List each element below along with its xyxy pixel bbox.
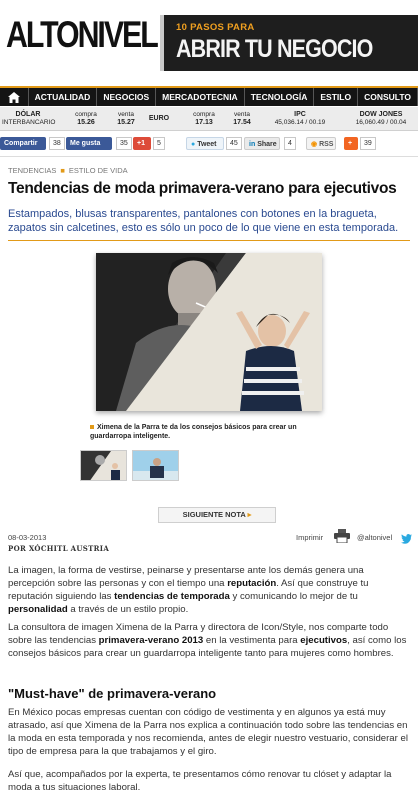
fb-share-button[interactable]: Compartir: [0, 137, 46, 150]
paragraph-4: Así que, acompañados por la experta, te …: [8, 769, 392, 793]
paragraph-2: La consultora de imagen Ximena de la Par…: [8, 621, 408, 660]
ticker-value: 45,036.14 / 00.19: [274, 119, 326, 126]
printer-icon[interactable]: [334, 529, 350, 544]
ticker-label: EURO: [148, 115, 170, 122]
gplus-button[interactable]: +1: [133, 137, 151, 150]
main-nav: ACTUALIDAD NEGOCIOS MERCADOTECNIA TECNOL…: [0, 86, 418, 106]
tweet-label: Tweet: [197, 141, 217, 148]
twitter-handle[interactable]: @altonivel: [357, 533, 392, 542]
ticker-label: compra: [75, 111, 97, 118]
ticker-value: 15.26: [77, 119, 95, 126]
social-bar: Compartir 38 Me gusta 35 +1 5 ● Tweet 45…: [0, 137, 418, 153]
fb-share-count: 38: [49, 137, 65, 150]
divider: [8, 240, 410, 241]
linkedin-share-button[interactable]: in Share: [244, 137, 280, 150]
nav-consultorio[interactable]: CONSULTO: [358, 88, 418, 106]
rss-button[interactable]: ◉ RSS: [306, 137, 336, 150]
fashion-photo: [96, 253, 322, 411]
article-title: Tendencias de moda primavera-verano para…: [8, 180, 397, 197]
ad-headline: ABRIR TU NEGOCIO: [176, 35, 373, 63]
text-run: y comunicando lo mejor de tu: [229, 591, 358, 602]
ticker-value: 17.54: [233, 119, 251, 126]
section-heading: "Must-have" de primavera-verano: [8, 686, 217, 701]
site-logo[interactable]: ALTONIVEL: [6, 14, 159, 56]
ticker-label: IPC: [294, 111, 306, 118]
breadcrumb-estilo-de-vida[interactable]: ESTILO DE VIDA: [69, 166, 128, 175]
ticker-label: compra: [193, 111, 215, 118]
ticker-compra-2: compra 17.13: [188, 111, 220, 127]
thumbnail-2-image: [133, 451, 178, 480]
thumbnail-2[interactable]: [132, 450, 179, 481]
article-author: POR XÓCHITL AUSTRIA: [8, 544, 110, 553]
paragraph-3: En México pocas empresas cuentan con cód…: [8, 707, 408, 757]
linkedin-share-count: 4: [284, 137, 296, 150]
nav-tecnologia[interactable]: TECNOLOGÍA: [245, 88, 315, 106]
thumbnail-1-image: [81, 451, 126, 480]
nav-mercadotecnia[interactable]: MERCADOTECNIA: [156, 88, 245, 106]
text-bold: tendencias de temporada: [114, 591, 230, 602]
ticker-label: DOW JONES: [359, 111, 403, 118]
text-bold: personalidad: [8, 604, 68, 615]
image-caption: Ximena de la Parra te da los consejos bá…: [90, 423, 330, 441]
linkedin-share-label: Share: [257, 141, 277, 148]
thumbnail-strip: [80, 450, 179, 486]
text-bold: ejecutivos: [300, 635, 348, 646]
ad-banner[interactable]: 10 PASOS PARA ABRIR TU NEGOCIO: [160, 15, 418, 71]
breadcrumb-tendencias[interactable]: TENDENCIAS: [8, 166, 56, 175]
ticker-dolar-label: DÓLAR: [15, 111, 41, 118]
hero-image[interactable]: [96, 253, 322, 411]
ticker-value: 16,060.49 / 00.04: [355, 119, 407, 126]
print-link[interactable]: Imprimir: [296, 533, 323, 542]
text-run: a través de un estilo propio.: [67, 604, 189, 615]
text-bold: reputación: [227, 578, 277, 589]
market-ticker: DÓLAR INTERBANCARIO compra 15.26 venta 15.…: [0, 107, 418, 131]
ticker-label: venta: [118, 111, 134, 118]
addthis-count: 39: [360, 137, 376, 150]
fb-like-count: 35: [116, 137, 132, 150]
next-article-button[interactable]: SIGUIENTE NOTA ▸: [158, 507, 276, 523]
ticker-venta-2: venta 17.54: [226, 111, 258, 127]
nav-actualidad[interactable]: ACTUALIDAD: [29, 88, 98, 106]
next-article-label: SIGUIENTE NOTA: [182, 510, 246, 519]
gplus-count: 5: [153, 137, 165, 150]
twitter-icon: ●: [191, 141, 196, 148]
rss-icon: ◉: [311, 141, 318, 148]
caption-marker: [90, 425, 94, 430]
nav-negocios[interactable]: NEGOCIOS: [97, 88, 157, 106]
text-run: en la vestimenta para: [203, 635, 301, 646]
ad-tagline: 10 PASOS PARA: [176, 22, 255, 33]
tweet-button[interactable]: ● Tweet: [186, 137, 224, 150]
ticker-dolar-sub: INTERBANCARIO: [2, 119, 56, 126]
ticker-ipc: IPC 45,036.14 / 00.19: [262, 111, 338, 127]
rss-label: RSS: [319, 141, 334, 148]
ticker-label: venta: [234, 111, 250, 118]
ticker-value: 15.27: [117, 119, 135, 126]
nav-estilo[interactable]: ESTILO: [314, 88, 359, 106]
ticker-euro: EURO: [146, 115, 172, 123]
linkedin-icon: in: [249, 141, 256, 148]
ticker-venta-1: venta 15.27: [110, 111, 142, 127]
divider: [0, 156, 418, 157]
chevron-right-icon: ▸: [247, 510, 252, 519]
ticker-value: 17.13: [195, 119, 213, 126]
ticker-dolar: DÓLAR INTERBANCARIO: [2, 111, 56, 127]
ticker-dow: DOW JONES 16,060.49 / 00.04: [344, 111, 418, 127]
twitter-icon[interactable]: [401, 531, 412, 549]
addthis-icon[interactable]: +: [344, 137, 358, 150]
text-bold: primavera-verano 2013: [98, 635, 204, 646]
home-icon[interactable]: [0, 88, 29, 106]
tweet-count: 45: [226, 137, 242, 150]
breadcrumb-separator: ■: [60, 166, 65, 175]
fb-like-button[interactable]: Me gusta: [66, 137, 112, 150]
thumbnail-1[interactable]: [80, 450, 127, 481]
caption-text: Ximena de la Parra te da los consejos bá…: [90, 424, 297, 440]
ticker-compra-1: compra 15.26: [70, 111, 102, 127]
breadcrumb: TENDENCIAS ■ ESTILO DE VIDA: [8, 166, 128, 175]
paragraph-1: La imagen, la forma de vestirse, peinars…: [8, 564, 408, 616]
article-lead: Estampados, blusas transparentes, pantal…: [8, 208, 399, 234]
article-date: 08-03-2013: [8, 533, 47, 542]
